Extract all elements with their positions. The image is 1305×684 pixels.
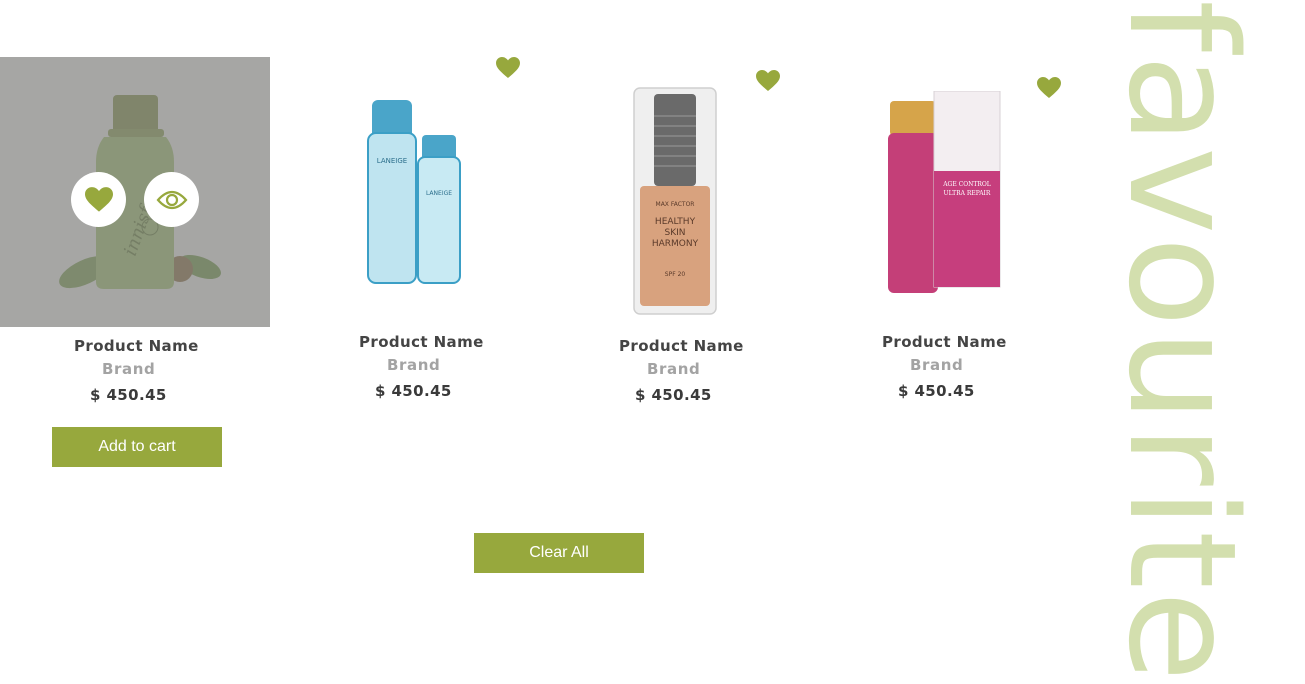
heart-icon — [756, 70, 780, 91]
quick-view-button[interactable] — [144, 172, 199, 227]
product-card[interactable]: innisfree Product Name Brand $ 450.45 Ad… — [0, 57, 270, 477]
hover-overlay — [0, 57, 270, 327]
svg-text:LANEIGE: LANEIGE — [426, 190, 452, 197]
product-brand: Brand — [102, 360, 156, 378]
page-title: favourite — [1096, 0, 1268, 684]
product-image[interactable]: LANEIGE LANEIGE — [350, 95, 470, 290]
svg-text:HEALTHY: HEALTHY — [655, 217, 696, 227]
product-name[interactable]: Product Name — [882, 333, 1007, 351]
product-name[interactable]: Product Name — [74, 337, 199, 355]
svg-text:AGE CONTROL: AGE CONTROL — [942, 181, 991, 188]
page-title-text: favourite — [1096, 0, 1268, 684]
product-name[interactable]: Product Name — [619, 337, 744, 355]
product-price: $ 450.45 — [898, 382, 975, 400]
product-brand: Brand — [910, 356, 964, 374]
favourite-heart-button[interactable] — [496, 57, 520, 79]
laneige-bottles-image: LANEIGE LANEIGE — [367, 100, 461, 284]
svg-text:SKIN: SKIN — [664, 228, 685, 238]
product-brand: Brand — [387, 356, 441, 374]
favourite-heart-button[interactable] — [756, 70, 780, 92]
heart-icon — [1037, 77, 1061, 98]
product-card[interactable]: AGE CONTROL ULTRA REPAIR Product Name Br… — [830, 75, 1080, 415]
product-price: $ 450.45 — [90, 386, 167, 404]
svg-text:ULTRA REPAIR: ULTRA REPAIR — [944, 190, 991, 197]
heart-icon — [496, 57, 520, 78]
heart-icon — [84, 186, 113, 212]
product-name[interactable]: Product Name — [359, 333, 484, 351]
product-card[interactable]: MAX FACTOR HEALTHY SKIN HARMONY SPF 20 P… — [560, 68, 810, 418]
favourite-heart-button[interactable] — [1037, 77, 1061, 99]
svg-text:LANEIGE: LANEIGE — [377, 157, 407, 165]
svg-text:MAX FACTOR: MAX FACTOR — [656, 201, 695, 208]
add-to-cart-button[interactable]: Add to cart — [52, 427, 222, 467]
product-price: $ 450.45 — [375, 382, 452, 400]
product-image[interactable]: AGE CONTROL ULTRA REPAIR — [888, 90, 1003, 296]
svg-text:SPF 20: SPF 20 — [665, 271, 686, 278]
clear-all-button[interactable]: Clear All — [474, 533, 644, 573]
svg-text:HARMONY: HARMONY — [652, 239, 699, 249]
eye-icon — [156, 190, 187, 209]
max-factor-foundation-image: MAX FACTOR HEALTHY SKIN HARMONY SPF 20 — [633, 87, 717, 315]
product-price: $ 450.45 — [635, 386, 712, 404]
product-card[interactable]: LANEIGE LANEIGE Product Name Brand $ 450… — [290, 55, 540, 415]
age-control-bottle-image: AGE CONTROL ULTRA REPAIR — [888, 90, 1001, 293]
product-image[interactable]: MAX FACTOR HEALTHY SKIN HARMONY SPF 20 — [630, 86, 720, 318]
add-to-favourite-button[interactable] — [71, 172, 126, 227]
product-brand: Brand — [647, 360, 701, 378]
